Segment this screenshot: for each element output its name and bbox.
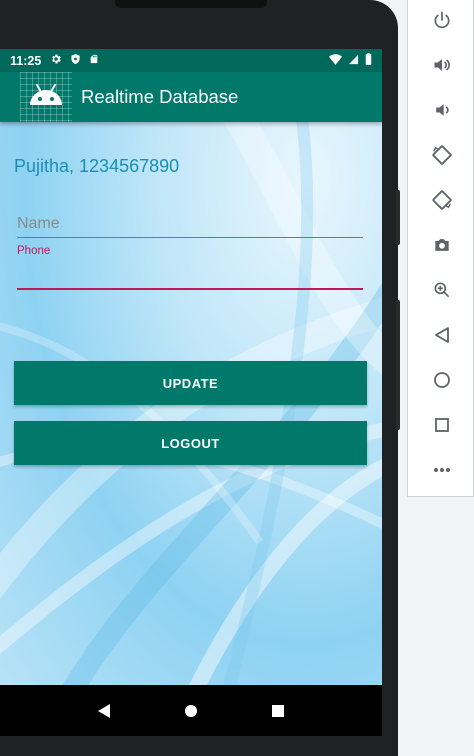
emulator-toolbar [407,0,474,497]
app-bar: Realtime Database [0,72,382,122]
shield-icon [70,53,81,68]
device-side-button [396,300,400,430]
speaker-notch [115,0,267,8]
power-icon[interactable] [408,0,474,40]
overview-icon[interactable] [408,405,474,445]
signal-icon [348,54,359,68]
zoom-icon[interactable] [408,270,474,310]
settings-icon [50,53,62,68]
phone-field[interactable] [17,262,363,290]
home-icon[interactable] [408,360,474,400]
main-content: Pujitha, 1234567890 Phone UPDATE LOGOUT [0,122,382,685]
sd-card-icon [89,53,99,68]
navigation-bar [0,685,382,736]
name-field[interactable] [17,210,363,238]
status-bar: 11:25 [0,49,382,72]
battery-icon [365,53,372,68]
more-icon[interactable] [408,450,474,490]
status-time: 11:25 [10,53,42,68]
volume-up-icon[interactable] [408,45,474,85]
rotate-right-icon[interactable] [408,180,474,220]
logout-button[interactable]: LOGOUT [14,421,367,465]
app-title: Realtime Database [81,86,239,107]
back-icon[interactable] [408,315,474,355]
phone-label: Phone [17,245,51,257]
name-input[interactable] [17,210,363,238]
recents-icon[interactable] [258,691,298,731]
camera-icon[interactable] [408,225,474,265]
android-icon [20,72,72,122]
rotate-left-icon[interactable] [408,135,474,175]
device-side-button [396,190,400,245]
home-icon[interactable] [171,691,211,731]
user-greeting: Pujitha, 1234567890 [14,156,180,176]
update-button[interactable]: UPDATE [14,361,367,405]
phone-input[interactable] [17,262,363,290]
wifi-icon [329,53,342,68]
back-icon[interactable] [84,691,124,731]
phone-screen: 11:25 Realtime Database Pujitha, 1234567… [0,49,382,736]
volume-down-icon[interactable] [408,90,474,130]
